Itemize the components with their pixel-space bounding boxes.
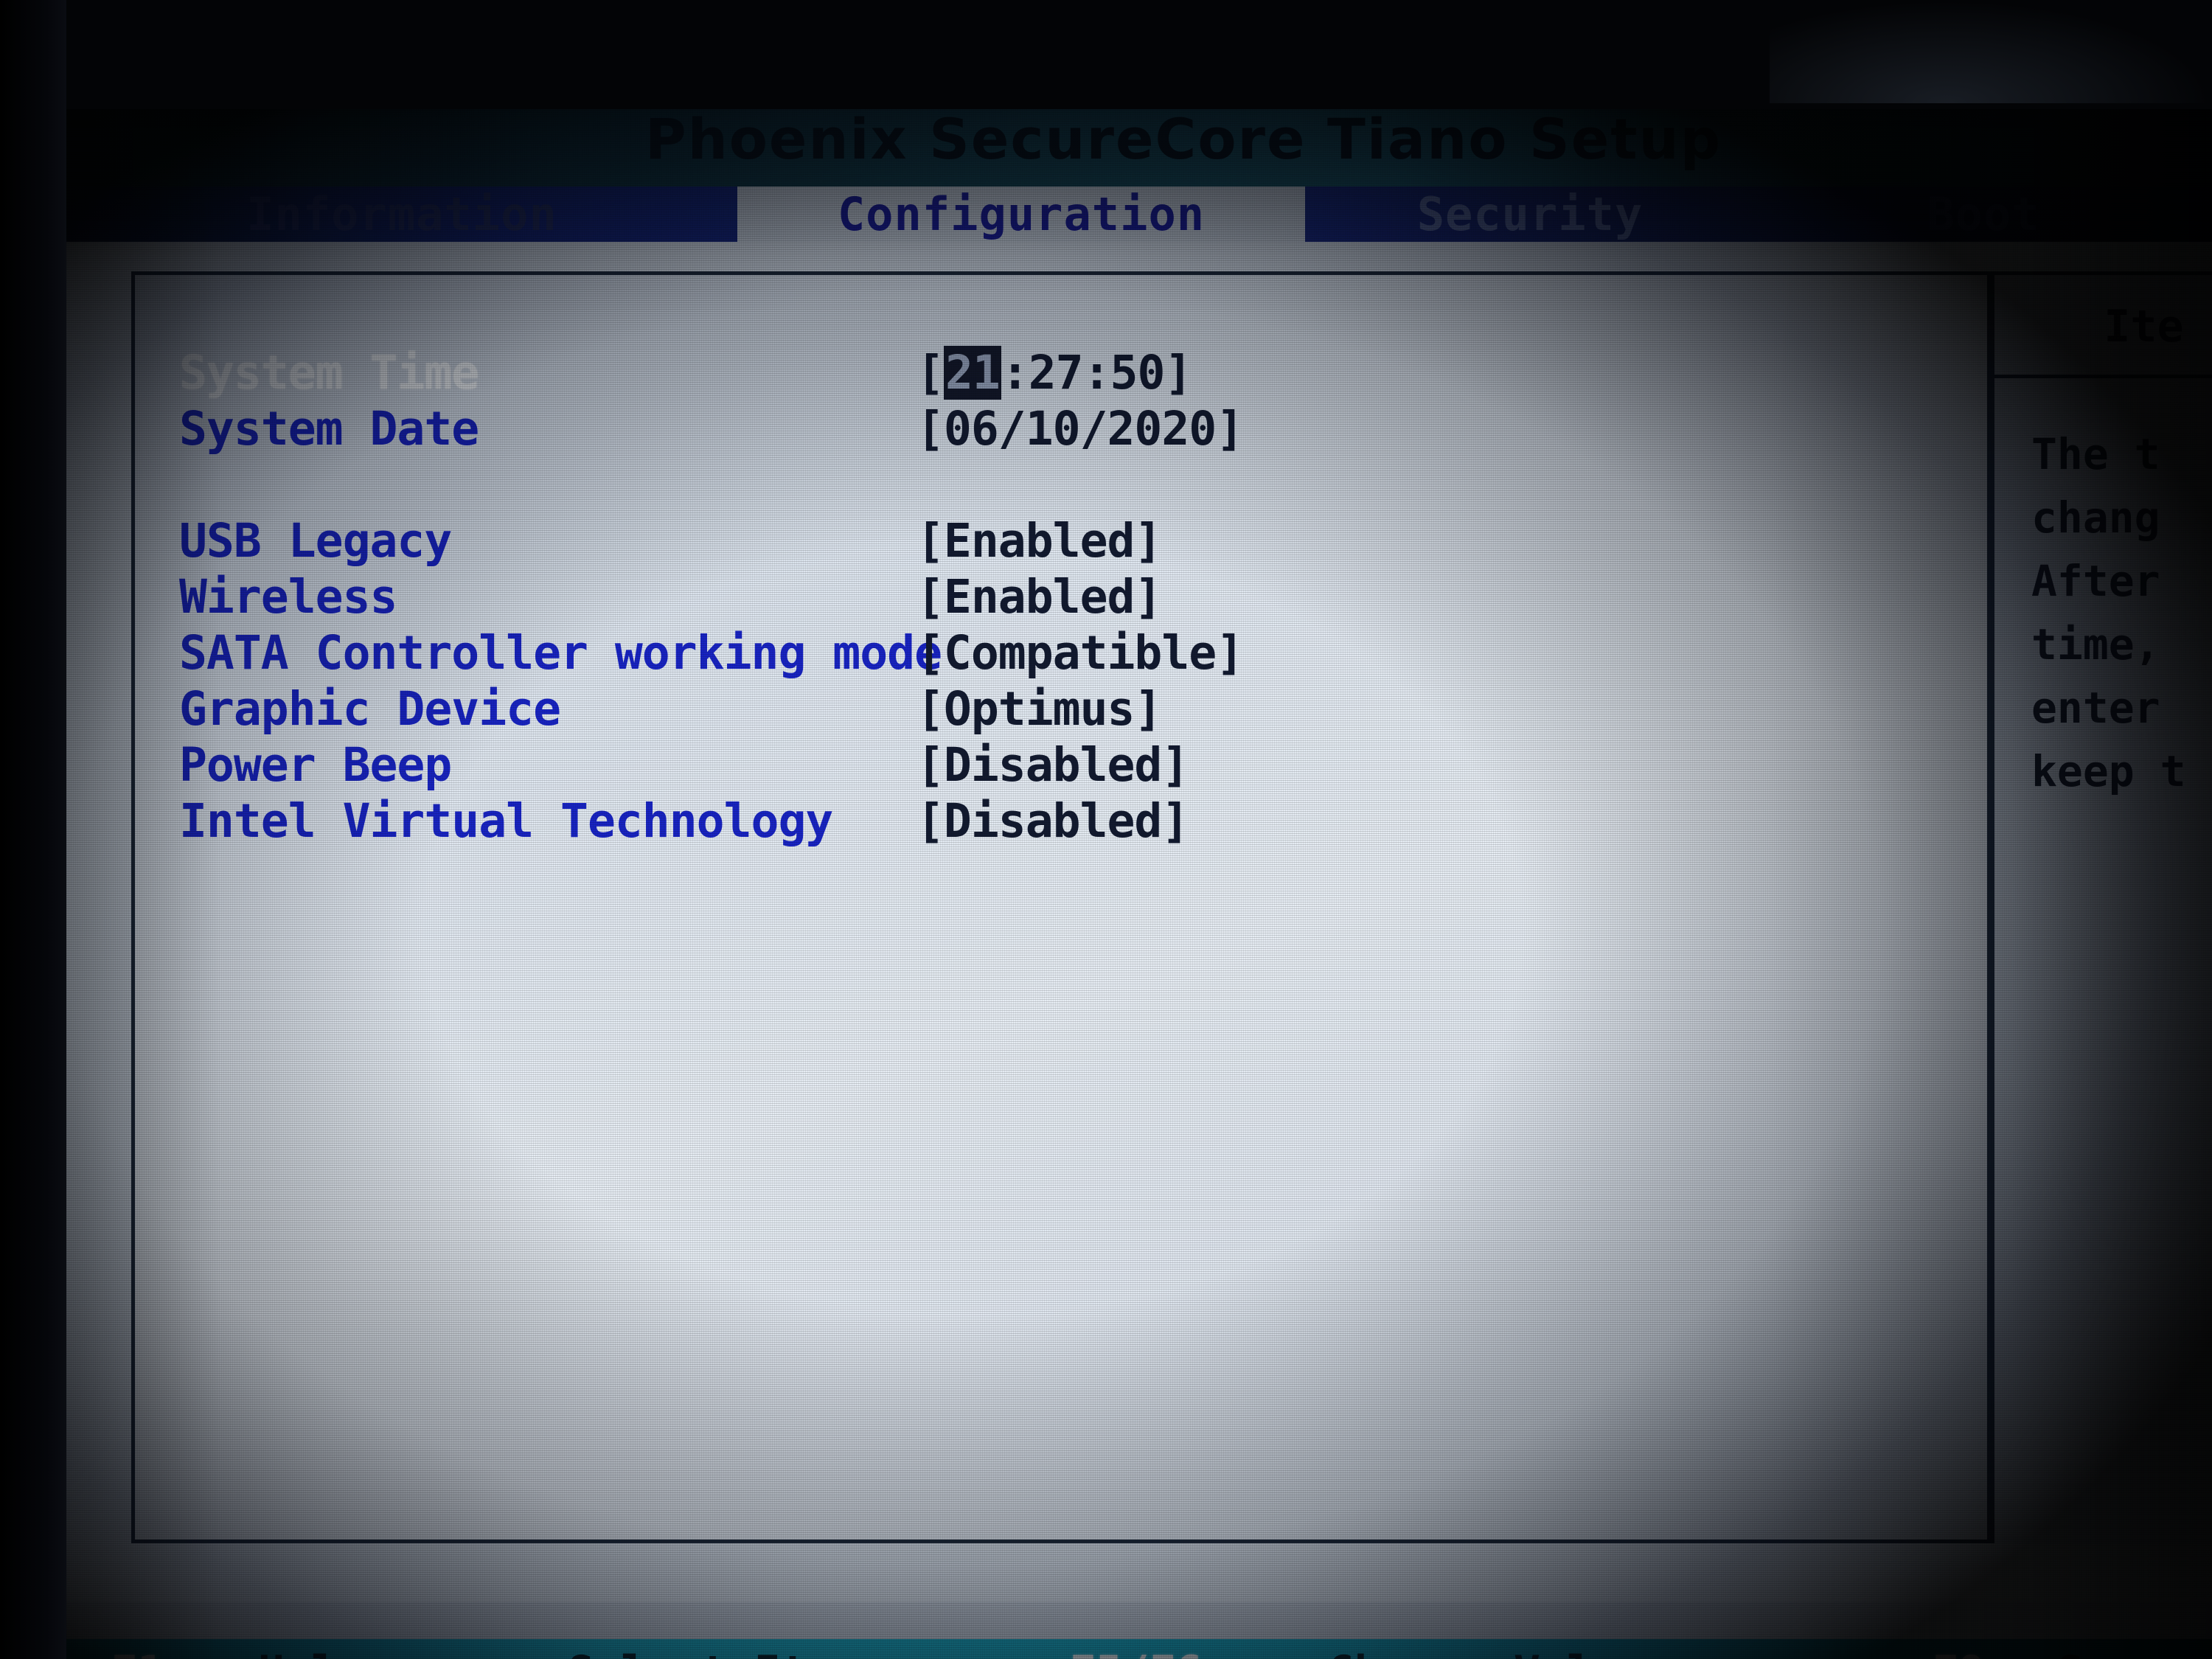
updown-arrow-icon: ↑↓ [472, 1642, 568, 1659]
help-line: enter [2031, 683, 2160, 733]
help-panel-header: Ite [1994, 275, 2212, 378]
key-updown-desc: Select Item [568, 1642, 1069, 1659]
help-line: chang [2031, 493, 2160, 543]
help-line: time, [2031, 619, 2160, 669]
help-line: The t [2031, 429, 2160, 479]
key-f1[interactable]: F1 [111, 1642, 258, 1659]
menu-tab-bar[interactable]: Information Configuration Security Boot [66, 187, 2212, 242]
bios-screen: Phoenix SecureCore Tiano Setup Informati… [66, 109, 2212, 1659]
setting-row-system-time[interactable]: System Time [21:27:50] [179, 345, 1987, 401]
setting-row-power-beep[interactable]: Power Beep [Disabled] [179, 737, 1987, 793]
setting-label: Power Beep [179, 738, 452, 792]
setup-body: System Time [21:27:50] System Date [06/1… [66, 242, 2212, 1602]
help-line: After [2031, 556, 2160, 606]
setting-row-graphic-device[interactable]: Graphic Device [Optimus] [179, 681, 1987, 737]
setting-row-intel-virtual-technology[interactable]: Intel Virtual Technology [Disabled] [179, 793, 1987, 849]
setting-row-sata-controller-working-mode[interactable]: SATA Controller working mode [Compatible… [179, 625, 1987, 681]
setting-label: Intel Virtual Technology [179, 794, 833, 848]
setting-label: Graphic Device [179, 682, 561, 736]
value-open-bracket: [ [917, 346, 945, 400]
setting-label: Wireless [179, 570, 397, 624]
key-f9[interactable]: F9 [1932, 1642, 2057, 1659]
key-legend-bar: F1 Help ↑↓ Select Item F5/F6 Change Valu… [66, 1639, 2212, 1659]
monitor-photo: Phoenix SecureCore Tiano Setup Informati… [0, 0, 2212, 1659]
setting-value[interactable]: [Optimus] [917, 681, 1162, 737]
tab-information[interactable]: Information [66, 187, 737, 242]
time-rest: :27:50] [1001, 346, 1193, 400]
key-f9-desc: S [2057, 1642, 2205, 1659]
setting-value[interactable]: [21:27:50] [917, 345, 1192, 401]
title-bar: Phoenix SecureCore Tiano Setup [66, 109, 2212, 187]
help-panel-body: The t chang After time, enter keep t [1994, 378, 2212, 803]
tab-boot[interactable]: Boot [1755, 187, 2212, 242]
setting-value[interactable]: [Enabled] [917, 513, 1162, 569]
setting-value[interactable]: [Enabled] [917, 569, 1162, 625]
page-title: Phoenix SecureCore Tiano Setup [644, 109, 1722, 172]
footer-gap [66, 1602, 2212, 1639]
setting-label: USB Legacy [179, 514, 452, 568]
setting-row-wireless[interactable]: Wireless [Enabled] [179, 569, 1987, 625]
setting-value[interactable]: [Compatible] [917, 625, 1244, 681]
setting-label: SATA Controller working mode [179, 626, 942, 680]
key-legend-row-1: F1 Help ↑↓ Select Item F5/F6 Change Valu… [66, 1642, 2212, 1659]
key-f5-f6[interactable]: F5/F6 [1069, 1642, 1327, 1659]
setting-label: System Time [179, 346, 479, 400]
setting-row-system-date[interactable]: System Date [06/10/2020] [179, 401, 1987, 457]
photo-light-smear [1770, 0, 2212, 103]
tab-configuration[interactable]: Configuration [737, 187, 1305, 242]
tab-security[interactable]: Security [1305, 187, 1755, 242]
setting-value[interactable]: [Disabled] [917, 737, 1189, 793]
item-specific-help-panel: Ite The t chang After time, enter keep t [1991, 271, 2212, 1543]
options-panel: System Time [21:27:50] System Date [06/1… [131, 271, 1991, 1543]
setting-label: System Date [179, 402, 479, 456]
setting-value[interactable]: [06/10/2020] [917, 401, 1244, 457]
settings-list: System Time [21:27:50] System Date [06/1… [179, 345, 1987, 849]
key-f5-f6-desc: Change Values [1327, 1642, 1932, 1659]
time-hour-cursor[interactable]: 21 [943, 346, 1001, 400]
key-f1-desc: Help [258, 1642, 472, 1659]
setting-value[interactable]: [Disabled] [917, 793, 1189, 849]
setting-row-usb-legacy[interactable]: USB Legacy [Enabled] [179, 513, 1987, 569]
settings-spacer [179, 457, 1987, 513]
help-line: keep t [2031, 746, 2186, 796]
